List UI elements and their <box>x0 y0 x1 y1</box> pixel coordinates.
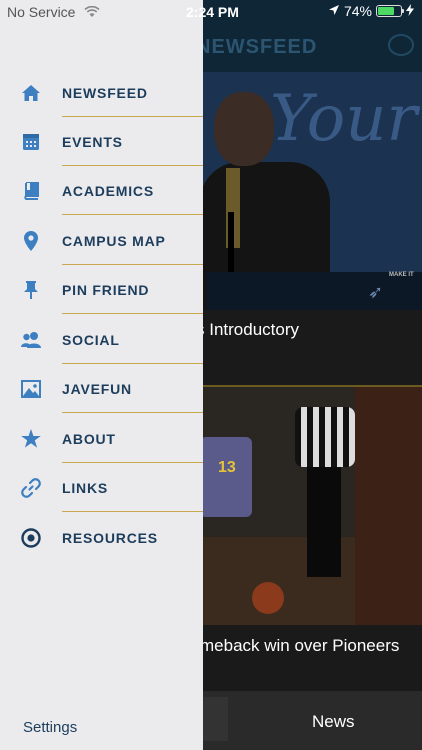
pushpin-icon <box>20 279 42 301</box>
basketball <box>252 582 284 614</box>
menu-item-javefun[interactable]: JAVEFUN <box>0 364 203 413</box>
menu-label: PIN FRIEND <box>62 281 150 298</box>
location-arrow-icon <box>328 3 340 19</box>
menu-label: SOCIAL <box>62 331 120 348</box>
menu-label: EVENTS <box>62 133 123 150</box>
menu-item-events[interactable]: EVENTS <box>0 117 203 166</box>
map-pin-icon <box>20 230 42 252</box>
battery-percent: 74% <box>343 3 372 19</box>
image-icon <box>20 378 42 400</box>
menu-item-resources[interactable]: RESOURCES <box>0 513 203 562</box>
home-icon <box>20 82 42 104</box>
menu-label: ACADEMICS <box>62 182 154 199</box>
link-icon <box>20 477 42 499</box>
tab-left <box>200 697 228 741</box>
menu-item-social[interactable]: SOCIAL <box>0 315 203 364</box>
wifi-icon <box>84 5 100 21</box>
separator <box>62 511 203 512</box>
menu-item-pin-friend[interactable]: PIN FRIEND <box>0 265 203 314</box>
referee-figure <box>295 387 355 587</box>
separator <box>62 313 203 314</box>
menu-item-academics[interactable]: ACADEMICS <box>0 166 203 215</box>
status-right: 74% <box>328 3 414 19</box>
story-title: meback win over Pioneers <box>200 636 400 655</box>
menu-label: CAMPUS MAP <box>62 232 166 249</box>
separator <box>62 214 203 215</box>
people-icon <box>20 329 42 351</box>
carrier-text: No Service <box>7 4 76 20</box>
menu-label: JAVEFUN <box>62 380 132 397</box>
menu-label: NEWSFEED <box>62 84 148 101</box>
menu-item-newsfeed[interactable]: NEWSFEED <box>0 68 203 117</box>
battery-icon <box>376 5 404 17</box>
tab-news: News <box>312 712 355 731</box>
calendar-icon <box>20 131 42 153</box>
player-figure: 13 <box>200 407 270 597</box>
menu-item-links[interactable]: LINKS <box>0 463 203 512</box>
photo-banner-text: MAKE IT <box>389 272 414 278</box>
star-icon <box>20 428 42 450</box>
menu-item-about[interactable]: ABOUT <box>0 414 203 463</box>
menu-label: ABOUT <box>62 430 116 447</box>
menu-item-campus-map[interactable]: CAMPUS MAP <box>0 216 203 265</box>
target-icon <box>20 527 42 549</box>
story-title: s Introductory <box>196 320 299 339</box>
clock: 2:24 PM <box>186 4 239 20</box>
settings-link[interactable]: Settings <box>23 719 77 736</box>
menu-label: LINKS <box>62 479 108 496</box>
status-bar: No Service 2:24 PM 74% <box>0 0 422 24</box>
book-icon <box>20 180 42 202</box>
jersey-number: 13 <box>218 459 236 476</box>
mascot-logo-icon: ➶ <box>368 282 384 302</box>
separator <box>62 412 203 413</box>
menu-label: RESOURCES <box>62 529 158 546</box>
side-drawer: NEWSFEED EVENTS ACADEMICS CAMPUS MAP PIN… <box>0 0 203 750</box>
charging-bolt-icon <box>406 3 414 19</box>
header-title: NEWSFEED <box>196 36 318 58</box>
chat-bubble-icon <box>388 34 414 56</box>
